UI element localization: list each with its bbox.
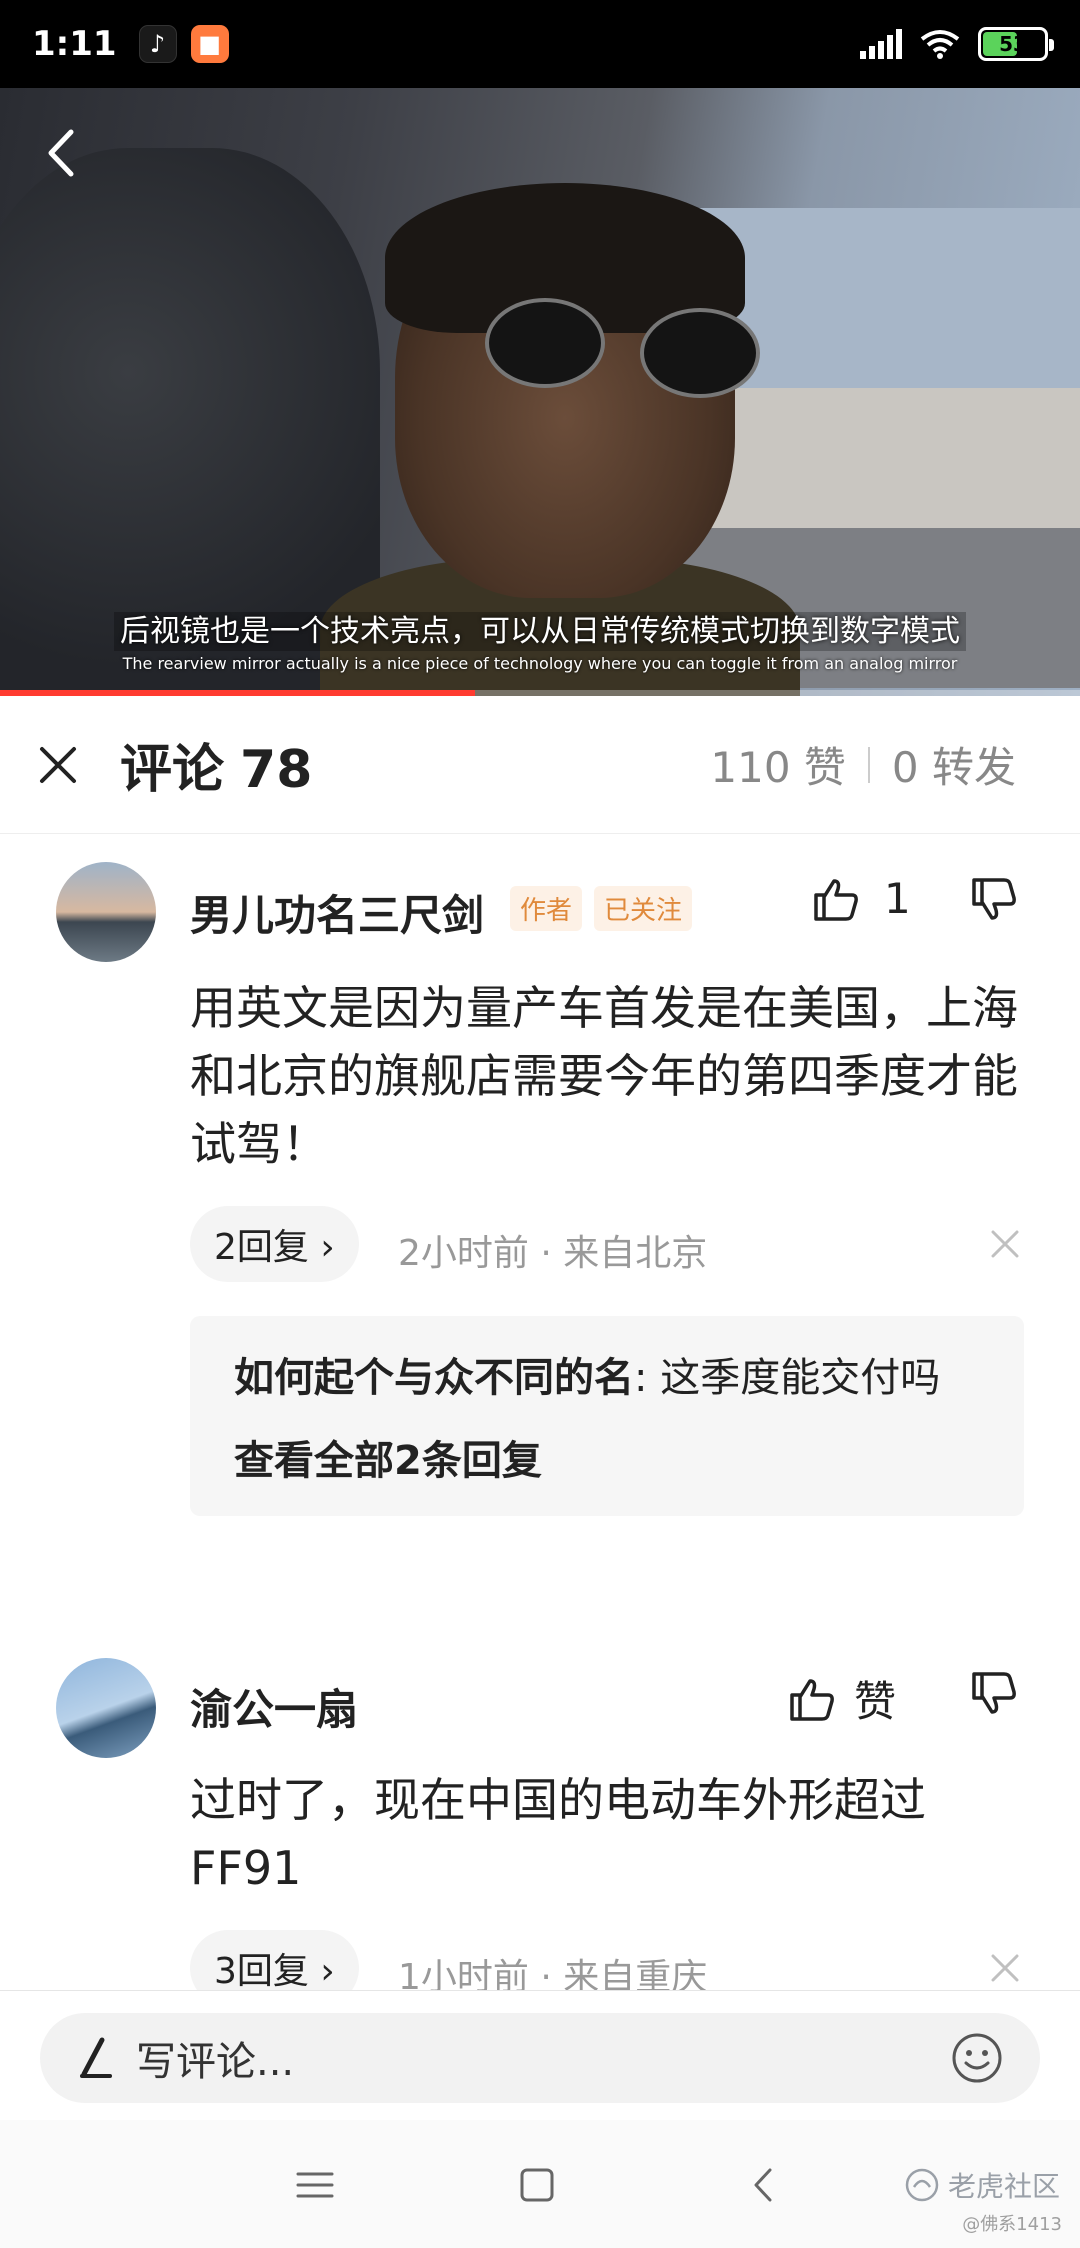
comment-input-placeholder: 写评论... xyxy=(136,2039,295,2085)
divider xyxy=(867,746,870,783)
tiger-logo-icon xyxy=(905,2168,939,2202)
back-nav-icon[interactable] xyxy=(740,2160,790,2210)
comment-count: 78 xyxy=(240,740,313,800)
video-player[interactable]: 后视镜也是一个技术亮点，可以从日常传统模式切换到数字模式 The rearvie… xyxy=(0,88,1080,696)
subtitle-english: The rearview mirror actually is a nice p… xyxy=(122,654,958,673)
comment-input-area: 写评论... xyxy=(0,1990,1080,2120)
view-all-replies-link[interactable]: 查看全部2条回复 xyxy=(234,1428,980,1486)
comment-text: 用英文是因为量产车首发是在美国，上海和北京的旗舰店需要今年的第四季度才能试驾！ xyxy=(190,981,1018,1171)
like-label: 赞 xyxy=(854,1677,897,1726)
signal-icon xyxy=(860,29,902,59)
thumbs-up-icon xyxy=(790,1678,834,1721)
like-count: 1 xyxy=(884,874,911,923)
battery-level: 53 xyxy=(999,32,1027,56)
likes-stat: 110 赞 xyxy=(710,743,846,792)
subtitle-chinese: 后视镜也是一个技术亮点，可以从日常传统模式切换到数字模式 xyxy=(0,606,1080,651)
reply-preview[interactable]: 如何起个与众不同的名: 这季度能交付吗 查看全部2条回复 xyxy=(190,1316,1024,1516)
watermark-brand: 老虎社区 xyxy=(947,2170,1060,2203)
watermark-user: @佛系1413 xyxy=(962,2214,1062,2235)
status-bar: 1:11 ♪ ■ 53 xyxy=(0,0,1080,88)
comment-meta: 1小时前 · 来自重庆 xyxy=(398,1957,708,1990)
back-button[interactable] xyxy=(30,123,90,183)
dismiss-icon[interactable] xyxy=(985,1224,1025,1264)
comment-input[interactable]: 写评论... xyxy=(40,2013,1040,2103)
pencil-icon xyxy=(80,2037,112,2078)
home-icon[interactable] xyxy=(512,2160,562,2210)
thumbs-up-icon xyxy=(814,878,858,921)
chevron-left-icon xyxy=(48,129,74,177)
reply-text: : 这季度能交付吗 xyxy=(634,1355,941,1401)
close-icon xyxy=(40,746,76,783)
emoji-icon[interactable] xyxy=(950,2031,1004,2085)
thumbs-down-icon[interactable] xyxy=(970,876,1018,924)
reply-count-button[interactable]: 2回复 › xyxy=(190,1206,359,1282)
tiktok-app-icon: ♪ xyxy=(138,25,177,63)
menu-icon[interactable] xyxy=(290,2160,340,2210)
battery-icon: 53 xyxy=(978,27,1054,61)
status-time: 1:11 xyxy=(32,24,117,64)
shopping-app-icon: ■ xyxy=(190,25,229,63)
comment-item: 男儿功名三尺剑 作者 已关注 1 用英文是因为量产车首发是在美国，上海和北京的旗… xyxy=(0,834,1080,1614)
comment-title: 评论 78 xyxy=(120,740,313,800)
avatar[interactable] xyxy=(56,862,156,962)
thumbs-down-icon[interactable] xyxy=(970,1670,1018,1718)
reply-count-button[interactable]: 3回复 › xyxy=(190,1930,359,1990)
like-button[interactable]: 赞 xyxy=(788,1668,896,1729)
comment-meta: 2小时前 · 来自北京 xyxy=(398,1233,708,1274)
close-button[interactable] xyxy=(28,735,88,795)
watermark: 老虎社区 xyxy=(904,2165,1060,2205)
shares-stat: 0 转发 xyxy=(891,743,1016,792)
author-badge: 作者 xyxy=(510,886,583,931)
comment-text: 过时了，现在中国的电动车外形超过FF91 xyxy=(190,1773,926,1895)
like-button[interactable]: 1 xyxy=(812,874,911,923)
comment-username[interactable]: 男儿功名三尺剑 xyxy=(190,882,484,943)
avatar[interactable] xyxy=(56,1658,156,1758)
wifi-icon xyxy=(920,30,960,59)
reply-username: 如何起个与众不同的名 xyxy=(234,1355,634,1401)
comment-header: 评论 78 110 赞 0 转发 xyxy=(0,696,1080,834)
followed-badge: 已关注 xyxy=(594,886,693,931)
comment-username[interactable]: 渝公一扇 xyxy=(190,1676,358,1737)
dismiss-icon[interactable] xyxy=(985,1948,1025,1988)
comment-item: 渝公一扇 赞 过时了，现在中国的电动车外形超过FF91 3回复 › 1小时前 ·… xyxy=(0,1630,1080,1990)
